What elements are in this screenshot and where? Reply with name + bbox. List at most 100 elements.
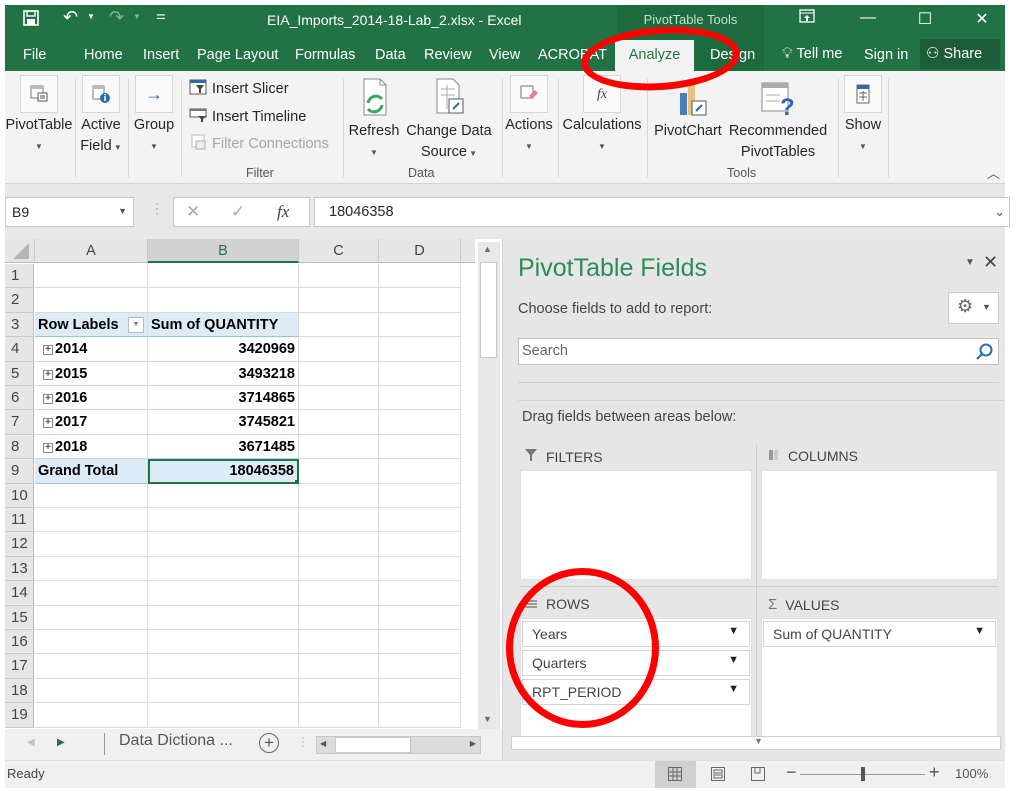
row-header-10[interactable]: 10 [5,483,34,508]
active-field-button[interactable]: Active Field ▼ [77,71,125,158]
cell-c15[interactable] [299,605,379,630]
pivot-row-value[interactable]: 3714865 [148,386,299,411]
field-dropdown-icon[interactable]: ▼ [728,625,739,637]
tell-me-button[interactable]: 💡︎ Tell me [782,45,842,62]
tab-file[interactable]: File [23,47,46,63]
row-header-13[interactable]: 13 [5,556,34,582]
pivot-row-value[interactable]: 3671485 [148,434,299,460]
cell-a2[interactable] [35,288,148,313]
cell-c1[interactable] [299,264,379,289]
cell-a14[interactable] [35,581,148,606]
values-drop-area[interactable]: Sum of QUANTITY ▼ [761,618,998,750]
cell-d15[interactable] [379,605,461,630]
rows-field-years[interactable]: Years ▼ [522,621,750,647]
row-header-1[interactable]: 1 [5,264,34,289]
cell-a15[interactable] [35,605,148,630]
cell-a4[interactable]: +2014 [35,337,148,362]
row-labels-filter-button[interactable]: ▼ [128,316,144,333]
cell-d6[interactable] [379,386,461,411]
pivottable-button[interactable]: PivotTable ▼ [5,71,73,157]
tab-analyze[interactable]: Analyze [615,40,694,71]
tab-home[interactable]: Home [84,47,123,63]
zoom-level[interactable]: 100% [955,766,988,781]
row-header-16[interactable]: 16 [5,630,34,655]
ribbon-display-options-icon[interactable] [792,9,822,28]
field-list-settings-button[interactable]: ⚙ ▼ [948,292,999,324]
scroll-right-icon[interactable]: ▶ [470,739,476,748]
cell-c12[interactable] [299,532,379,557]
sign-in-link[interactable]: Sign in [864,47,908,63]
grand-total-value[interactable]: 18046358 [148,459,299,484]
cell-b2[interactable] [148,288,299,313]
cell-a11[interactable] [35,508,148,533]
minimize-button[interactable]: — [853,9,883,27]
row-header-8[interactable]: 8 [5,434,34,460]
field-dropdown-icon[interactable]: ▼ [728,654,739,666]
row-header-4[interactable]: 4 [5,337,34,362]
name-box[interactable]: B9 ▼ [5,197,134,227]
scroll-up-icon[interactable]: ▲ [483,244,492,254]
add-sheet-button[interactable]: + [259,733,279,753]
cell-c16[interactable] [299,630,379,655]
expand-icon[interactable]: + [43,369,53,380]
tab-page-layout[interactable]: Page Layout [197,47,278,63]
cell-b10[interactable] [148,483,299,508]
vertical-scroll-thumb[interactable] [480,262,497,358]
expand-icon[interactable]: + [43,345,53,356]
cell-b1[interactable] [148,264,299,289]
cell-a19[interactable] [35,703,148,728]
cell-c9[interactable] [299,459,379,484]
column-header-a[interactable]: A [35,239,148,263]
pane-options-dropdown-icon[interactable]: ▼ [965,257,975,268]
cell-b19[interactable] [148,703,299,728]
row-header-11[interactable]: 11 [5,508,34,533]
formula-input[interactable]: 18046358 ⌄ [314,197,1010,227]
vertical-scrollbar[interactable]: ▲ ▼ [478,242,500,729]
row-header-7[interactable]: 7 [5,410,34,435]
cell-c7[interactable] [299,410,379,435]
cell-a8[interactable]: +2018 [35,434,148,460]
cell-b12[interactable] [148,532,299,557]
row-header-17[interactable]: 17 [5,654,34,679]
column-header-d[interactable]: D [379,239,461,263]
tab-acrobat[interactable]: ACROBAT [538,47,607,63]
defer-layout-bar[interactable]: ▼ [511,736,1001,750]
cell-d9[interactable] [379,459,461,484]
cell-a5[interactable]: +2015 [35,361,148,386]
cell-c8[interactable] [299,434,379,460]
cell-c5[interactable] [299,361,379,386]
field-search-input[interactable]: Search [518,338,999,365]
select-all-corner[interactable] [5,239,35,263]
cell-c13[interactable] [299,556,379,582]
share-button[interactable]: ⚇ Share [920,39,1000,69]
row-header-6[interactable]: 6 [5,386,34,411]
tab-data[interactable]: Data [375,47,406,63]
field-dropdown-icon[interactable]: ▼ [974,625,985,637]
change-data-source-button[interactable]: Change Data Source ▼ [403,71,495,164]
cell-d1[interactable] [379,264,461,289]
zoom-in-button[interactable]: + [929,762,940,783]
tab-view[interactable]: View [489,47,520,63]
tab-insert[interactable]: Insert [143,47,179,63]
cell-c10[interactable] [299,483,379,508]
cell-d17[interactable] [379,654,461,679]
row-header-3[interactable]: 3 [5,312,34,338]
cell-a7[interactable]: +2017 [35,410,148,435]
tab-split-grip-icon[interactable]: ⋮ [297,735,309,749]
cell-a18[interactable] [35,678,148,704]
cell-c18[interactable] [299,678,379,704]
collapse-ribbon-icon[interactable]: ︿ [987,163,1000,182]
field-dropdown-icon[interactable]: ▼ [728,683,739,695]
cell-c14[interactable] [299,581,379,606]
cell-d11[interactable] [379,508,461,533]
pane-splitter[interactable] [518,400,1003,401]
close-button[interactable]: ✕ [967,9,997,29]
close-pane-icon[interactable]: ✕ [983,252,998,273]
cell-d13[interactable] [379,556,461,582]
columns-drop-area[interactable] [761,470,998,580]
cell-a1[interactable] [35,264,148,289]
group-button[interactable]: → Group ▼ [131,71,177,157]
tab-design[interactable]: Design [710,47,755,63]
cell-b16[interactable] [148,630,299,655]
filters-drop-area[interactable] [520,470,752,580]
